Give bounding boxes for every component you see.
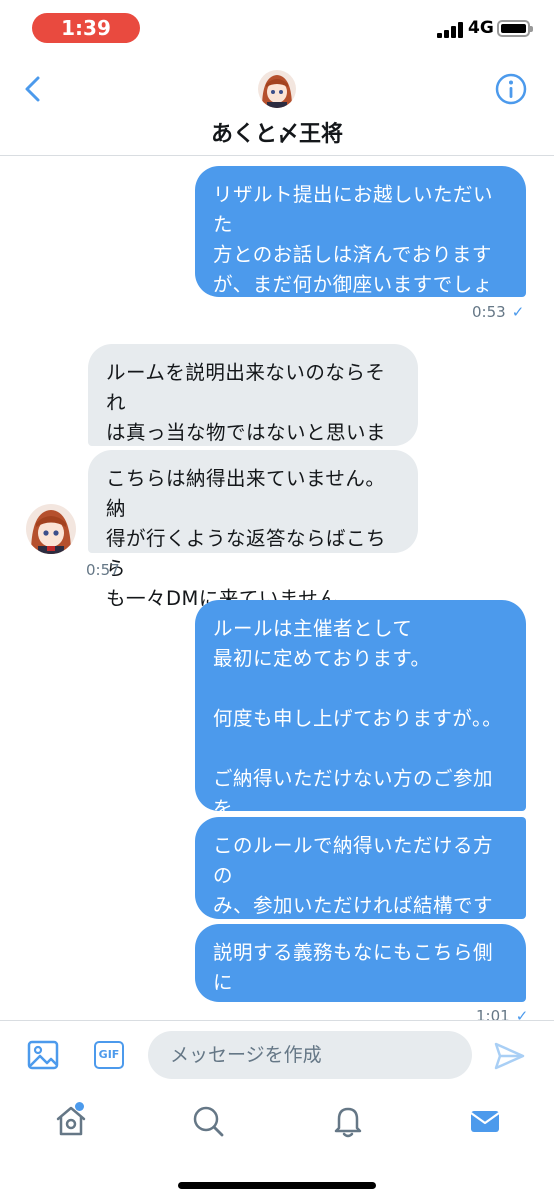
message-input[interactable] [148, 1031, 472, 1079]
message-bubble-incoming[interactable]: こちらは納得出来ていません。納 得が行くような返答ならばこちら も一々DMに来て… [88, 450, 418, 610]
read-check-icon: ✓ [511, 303, 525, 321]
message-bubble-outgoing[interactable]: このルールで納得いただける方の み、参加いただければ結構ですの で。 [195, 817, 526, 977]
sender-avatar[interactable] [26, 504, 76, 554]
send-icon[interactable] [492, 1039, 526, 1073]
info-icon[interactable] [494, 72, 528, 106]
conversation-header: あくと〆王将 [0, 56, 554, 156]
message-composer: GIF [0, 1020, 554, 1090]
back-icon[interactable] [18, 74, 48, 104]
network-type: 4G [468, 18, 494, 38]
message-bubble-outgoing[interactable]: リザルト提出にお越しいただいた 方とのお話しは済んでおります が、まだ何か御座い… [195, 166, 526, 356]
message-thread[interactable]: リザルト提出にお越しいただいた 方とのお話しは済んでおります が、まだ何か御座い… [0, 157, 554, 1020]
timestamp-text: 1:01 [476, 1007, 510, 1020]
mail-icon[interactable] [468, 1104, 502, 1138]
message-timestamp: 1:01 ✓ [476, 1007, 528, 1020]
message-timestamp: 0:57 [86, 561, 120, 579]
message-bubble-incoming[interactable]: ルームを説明出来ないのならそれ は真っ当な物ではないと思います が… [88, 344, 418, 504]
timestamp-text: 0:53 [472, 303, 506, 321]
message-timestamp: 0:53 ✓ [472, 303, 524, 321]
status-bar: 1:39 4G [0, 0, 554, 56]
conversation-title: あくと〆王将 [210, 122, 343, 147]
image-icon[interactable] [27, 1039, 59, 1071]
battery-icon [497, 20, 533, 37]
read-check-icon: ✓ [515, 1007, 529, 1020]
home-indicator[interactable] [178, 1182, 376, 1189]
gif-button[interactable]: GIF [94, 1041, 124, 1069]
avatar[interactable] [258, 70, 296, 108]
notification-dot [75, 1102, 84, 1111]
bell-icon[interactable] [331, 1104, 365, 1138]
message-bubble-outgoing[interactable]: 説明する義務もなにもこちら側に は御座いません。 [195, 924, 526, 1020]
status-time[interactable]: 1:39 [32, 13, 140, 43]
search-icon[interactable] [191, 1104, 225, 1138]
tab-bar [0, 1090, 554, 1200]
signal-icon [437, 22, 463, 38]
message-bubble-outgoing[interactable]: ルールは主催者として 最初に定めております。 何度も申し上げておりますが。。 ご… [195, 600, 526, 850]
